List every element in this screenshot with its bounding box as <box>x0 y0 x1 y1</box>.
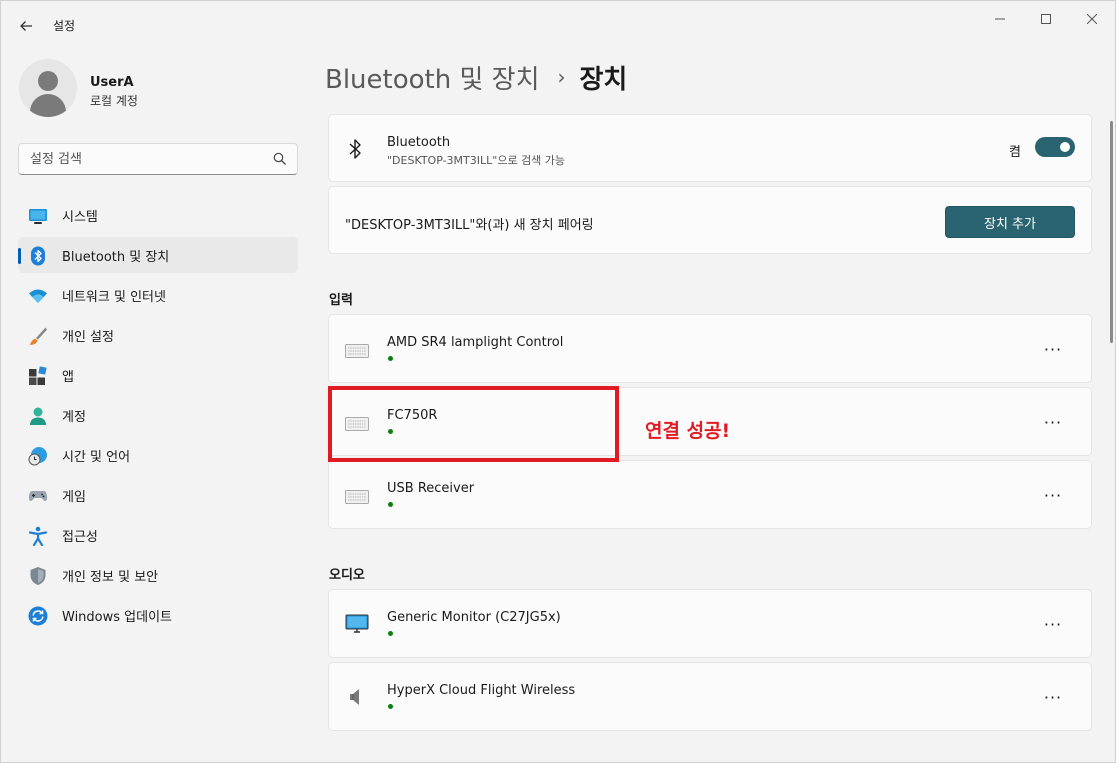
system-icon <box>29 209 47 224</box>
account-type: 로컬 계정 <box>90 94 138 108</box>
connected-status-dot <box>388 356 393 361</box>
minimize-button[interactable] <box>977 9 1023 29</box>
bluetooth-icon <box>31 246 45 266</box>
search-input[interactable] <box>19 144 259 174</box>
arrow-left-icon <box>20 21 32 31</box>
sidebar-item-label: 게임 <box>62 489 86 505</box>
bluetooth-card: Bluetooth "DESKTOP-3MT3ILL"으로 검색 가능 켬 <box>328 114 1092 182</box>
sidebar-item-time-language[interactable]: 시간 및 언어 <box>18 437 298 473</box>
user-name: UserA <box>90 75 134 90</box>
keyboard-icon <box>345 344 369 358</box>
shield-icon <box>30 567 46 585</box>
breadcrumb-separator: › <box>557 65 566 89</box>
device-row-amd-sr4[interactable]: AMD SR4 lamplight Control ··· <box>328 314 1092 383</box>
connected-status-dot <box>388 631 393 636</box>
device-row-generic-monitor[interactable]: Generic Monitor (C27JG5x) ··· <box>328 589 1092 658</box>
minimize-icon <box>995 18 1005 20</box>
sidebar-item-apps[interactable]: 앱 <box>18 357 298 393</box>
sidebar-item-accounts[interactable]: 계정 <box>18 397 298 433</box>
sidebar-item-windows-update[interactable]: Windows 업데이트 <box>18 597 298 633</box>
add-device-button[interactable]: 장치 추가 <box>945 206 1075 238</box>
keyboard-icon <box>345 490 369 504</box>
update-icon <box>28 606 48 626</box>
device-name: AMD SR4 lamplight Control <box>387 335 564 350</box>
sidebar-item-label: 계정 <box>62 409 86 425</box>
device-name: USB Receiver <box>387 481 475 496</box>
device-name: Generic Monitor (C27JG5x) <box>387 610 561 625</box>
sidebar-item-label: Bluetooth 및 장치 <box>62 249 170 265</box>
title-bar: 설정 <box>1 1 1115 49</box>
avatar-body <box>30 94 66 117</box>
sidebar-item-system[interactable]: 시스템 <box>18 197 298 233</box>
more-options-button[interactable]: ··· <box>1043 339 1063 359</box>
maximize-icon <box>1041 14 1051 24</box>
highlight-box <box>328 386 619 462</box>
apps-icon <box>29 366 47 385</box>
speaker-icon <box>350 689 359 705</box>
avatar-head <box>38 71 58 91</box>
sidebar-item-label: 시간 및 언어 <box>62 449 131 465</box>
sidebar-item-label: 접근성 <box>62 529 98 545</box>
settings-window: 설정 UserA 로컬 계정 시스템 <box>0 0 1116 763</box>
breadcrumb-parent[interactable]: Bluetooth 및 장치 <box>325 59 540 96</box>
wifi-icon <box>29 289 47 303</box>
sidebar-item-label: 앱 <box>62 369 74 385</box>
back-button[interactable] <box>15 15 37 37</box>
account-icon <box>30 407 46 425</box>
more-options-button[interactable]: ··· <box>1043 687 1063 707</box>
more-options-button[interactable]: ··· <box>1043 412 1063 432</box>
device-row-usb-receiver[interactable]: USB Receiver ··· <box>328 460 1092 529</box>
breadcrumb: Bluetooth 및 장치 › 장치 <box>325 57 627 97</box>
accessibility-icon <box>28 526 48 546</box>
brush-icon <box>29 327 47 345</box>
connected-status-dot <box>388 502 393 507</box>
gamepad-icon <box>28 491 48 501</box>
sidebar-item-gaming[interactable]: 게임 <box>18 477 298 513</box>
bluetooth-toggle[interactable] <box>1035 137 1075 157</box>
maximize-button[interactable] <box>1023 9 1069 29</box>
connected-status-dot <box>388 704 393 709</box>
close-button[interactable] <box>1069 9 1115 29</box>
sidebar-item-label: Windows 업데이트 <box>62 609 173 625</box>
close-icon <box>1087 14 1097 24</box>
more-options-button[interactable]: ··· <box>1043 485 1063 505</box>
avatar[interactable] <box>19 59 77 117</box>
toggle-knob <box>1060 142 1070 152</box>
annotation-text: 연결 성공! <box>645 420 731 442</box>
bluetooth-title: Bluetooth <box>387 135 451 150</box>
toggle-state-label: 켬 <box>1009 145 1021 160</box>
section-title-audio: 오디오 <box>329 568 365 583</box>
time-language-icon <box>28 447 47 466</box>
pairing-text: "DESKTOP-3MT3ILL"와(과) 새 장치 페어링 <box>345 218 594 233</box>
sidebar-item-label: 네트워크 및 인터넷 <box>62 289 166 305</box>
sidebar-item-accessibility[interactable]: 접근성 <box>18 517 298 553</box>
bluetooth-subtitle: "DESKTOP-3MT3ILL"으로 검색 가능 <box>387 154 566 167</box>
sidebar-item-privacy[interactable]: 개인 정보 및 보안 <box>18 557 298 593</box>
section-title-input: 입력 <box>329 293 353 308</box>
app-title: 설정 <box>53 19 76 33</box>
sidebar-item-network[interactable]: 네트워크 및 인터넷 <box>18 277 298 313</box>
device-name: HyperX Cloud Flight Wireless <box>387 683 576 698</box>
monitor-icon <box>345 614 369 633</box>
sidebar-item-label: 개인 정보 및 보안 <box>62 569 159 585</box>
sidebar-item-bluetooth[interactable]: Bluetooth 및 장치 <box>18 237 298 273</box>
search-icon[interactable] <box>273 152 287 166</box>
sidebar-item-label: 시스템 <box>62 209 98 225</box>
search-box <box>18 143 298 175</box>
more-options-button[interactable]: ··· <box>1043 614 1063 634</box>
bluetooth-icon <box>349 139 361 159</box>
sidebar-nav: 시스템 Bluetooth 및 장치 네트워크 및 인터넷 개인 설정 앱 계정… <box>18 197 298 637</box>
page-title: 장치 <box>579 64 628 95</box>
sidebar-item-label: 개인 설정 <box>62 329 114 345</box>
device-row-hyperx-cloud[interactable]: HyperX Cloud Flight Wireless ··· <box>328 662 1092 731</box>
pairing-card: "DESKTOP-3MT3ILL"와(과) 새 장치 페어링 장치 추가 <box>328 186 1092 254</box>
sidebar-item-personalization[interactable]: 개인 설정 <box>18 317 298 353</box>
scrollbar[interactable] <box>1110 121 1113 343</box>
